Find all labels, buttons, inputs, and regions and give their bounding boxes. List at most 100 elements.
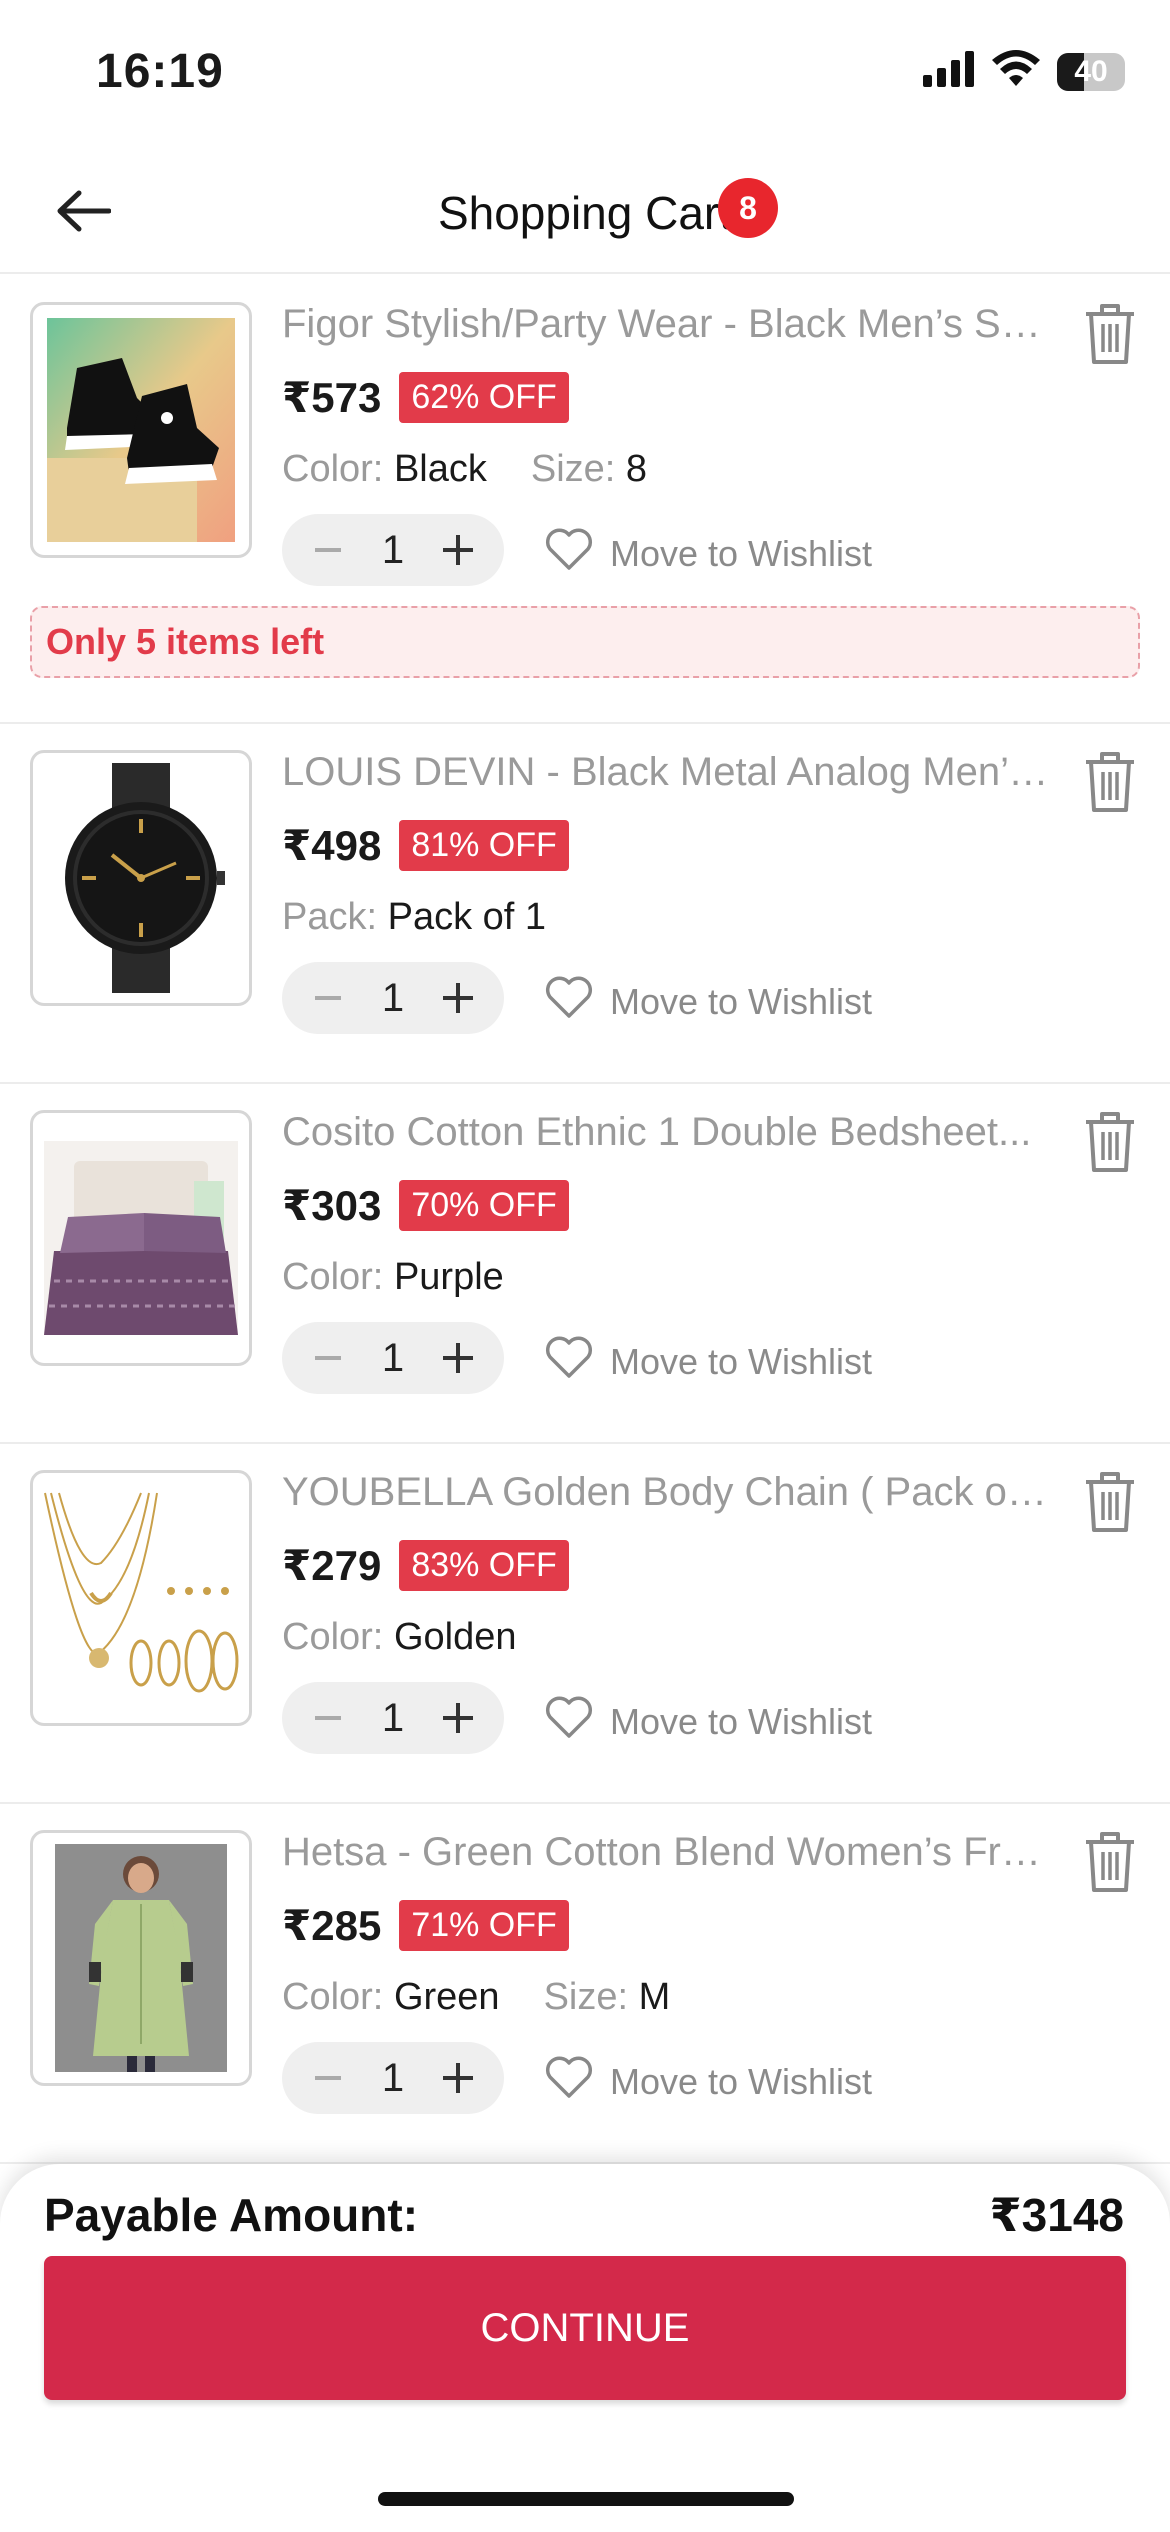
quantity-stepper: 1 (282, 1322, 504, 1394)
product-image[interactable] (30, 750, 252, 1006)
status-bar: 16:19 40 (0, 0, 1170, 150)
minus-icon (315, 996, 341, 1000)
quantity-stepper: 1 (282, 2042, 504, 2114)
stock-warning-banner: Only 5 items left (30, 606, 1140, 678)
attribute-color: Color: Black (282, 448, 487, 490)
quantity-value: 1 (381, 975, 405, 1020)
delete-button[interactable] (1078, 748, 1142, 820)
decrement-button[interactable] (304, 1694, 352, 1742)
move-to-wishlist-button[interactable]: Move to Wishlist (544, 1694, 872, 1749)
product-price: ₹303 (282, 1182, 382, 1229)
trash-icon (1084, 1470, 1136, 1539)
delete-button[interactable] (1078, 300, 1142, 372)
product-price: ₹498 (282, 822, 382, 869)
discount-badge: 62% OFF (399, 372, 569, 423)
trash-icon (1084, 1830, 1136, 1899)
minus-icon (315, 1356, 341, 1360)
quantity-value: 1 (381, 2055, 405, 2100)
attribute-row: Color: Black Size: 8 (282, 448, 647, 491)
attribute-color: Color: Purple (282, 1256, 504, 1298)
product-image[interactable] (30, 302, 252, 558)
decrement-button[interactable] (304, 526, 352, 574)
payable-amount-value: ₹3148 (989, 2189, 1124, 2241)
product-title[interactable]: Figor Stylish/Party Wear - Black Men’s S… (282, 302, 1052, 347)
wishlist-label: Move to Wishlist (610, 1340, 873, 1382)
price-row: ₹303 70% OFF (282, 1180, 569, 1231)
product-image[interactable] (30, 1830, 252, 2086)
product-title[interactable]: Hetsa - Green Cotton Blend Women’s Fro..… (282, 1830, 1052, 1875)
plus-icon (443, 2063, 473, 2093)
price-row: ₹285 71% OFF (282, 1900, 569, 1951)
increment-button[interactable] (434, 1334, 482, 1382)
quantity-stepper: 1 (282, 962, 504, 1034)
plus-icon (443, 1343, 473, 1373)
cart-item: Hetsa - Green Cotton Blend Women’s Fro..… (0, 1804, 1170, 2164)
discount-badge: 71% OFF (399, 1900, 569, 1951)
dress-image (55, 1844, 227, 2072)
status-time: 16:19 (96, 45, 224, 98)
delete-button[interactable] (1078, 1828, 1142, 1900)
attribute-color: Color: Golden (282, 1616, 517, 1658)
heart-icon (544, 526, 594, 581)
product-title[interactable]: YOUBELLA Golden Body Chain ( Pack of 1 ) (282, 1470, 1052, 1515)
heart-icon (544, 1694, 594, 1749)
attribute-size: Size: 8 (530, 448, 648, 490)
move-to-wishlist-button[interactable]: Move to Wishlist (544, 1334, 872, 1389)
move-to-wishlist-button[interactable]: Move to Wishlist (544, 2054, 872, 2109)
wishlist-label: Move to Wishlist (610, 532, 873, 574)
decrement-button[interactable] (304, 2054, 352, 2102)
trash-icon (1084, 750, 1136, 819)
page-title: Shopping Cart (437, 187, 733, 239)
product-image[interactable] (30, 1110, 252, 1366)
cart-count-badge: 8 (718, 178, 778, 238)
cart-item: YOUBELLA Golden Body Chain ( Pack of 1 )… (0, 1444, 1170, 1804)
attribute-pack: Pack: Pack of 1 (282, 896, 547, 938)
heart-icon (544, 2054, 594, 2109)
quantity-value: 1 (381, 1335, 405, 1380)
discount-badge: 81% OFF (399, 820, 569, 871)
attribute-row: Color: Golden (282, 1616, 516, 1659)
product-price: ₹285 (282, 1902, 382, 1949)
trash-icon (1084, 1110, 1136, 1179)
cart-item: LOUIS DEVIN - Black Metal Analog Men’s..… (0, 724, 1170, 1084)
home-indicator[interactable] (378, 2492, 794, 2506)
plus-icon (443, 983, 473, 1013)
quantity-value: 1 (381, 1695, 405, 1740)
decrement-button[interactable] (304, 1334, 352, 1382)
heart-icon (544, 1334, 594, 1389)
plus-icon (443, 535, 473, 565)
increment-button[interactable] (434, 526, 482, 574)
product-title[interactable]: Cosito Cotton Ethnic 1 Double Bedsheet..… (282, 1110, 1052, 1155)
minus-icon (315, 2076, 341, 2080)
price-row: ₹498 81% OFF (282, 820, 569, 871)
payable-amount-label: Payable Amount: (44, 2189, 419, 2241)
increment-button[interactable] (434, 1694, 482, 1742)
quantity-value: 1 (381, 527, 405, 572)
cart-item: Cosito Cotton Ethnic 1 Double Bedsheet..… (0, 1084, 1170, 1444)
checkout-footer: Payable Amount: ₹3148 CONTINUE (0, 2164, 1170, 2532)
decrement-button[interactable] (304, 974, 352, 1022)
move-to-wishlist-button[interactable]: Move to Wishlist (544, 974, 872, 1029)
plus-icon (443, 1703, 473, 1733)
product-title[interactable]: LOUIS DEVIN - Black Metal Analog Men’s..… (282, 750, 1052, 795)
increment-button[interactable] (434, 974, 482, 1022)
wishlist-label: Move to Wishlist (610, 2060, 873, 2102)
discount-badge: 70% OFF (399, 1180, 569, 1231)
status-icons: 40 (923, 50, 1125, 93)
discount-badge: 83% OFF (399, 1540, 569, 1591)
continue-button[interactable]: CONTINUE (44, 2256, 1126, 2400)
product-image[interactable] (30, 1470, 252, 1726)
heart-icon (544, 974, 594, 1029)
attribute-size: Size: M (543, 1976, 671, 2018)
wifi-icon (991, 50, 1041, 93)
price-row: ₹573 62% OFF (282, 372, 569, 423)
trash-icon (1084, 302, 1136, 371)
attribute-row: Color: Green Size: M (282, 1976, 670, 2019)
increment-button[interactable] (434, 2054, 482, 2102)
delete-button[interactable] (1078, 1468, 1142, 1540)
wishlist-label: Move to Wishlist (610, 980, 873, 1022)
body-chain-image (41, 1483, 241, 1713)
cart-list: Figor Stylish/Party Wear - Black Men’s S… (0, 276, 1170, 2164)
delete-button[interactable] (1078, 1108, 1142, 1180)
move-to-wishlist-button[interactable]: Move to Wishlist (544, 526, 872, 581)
